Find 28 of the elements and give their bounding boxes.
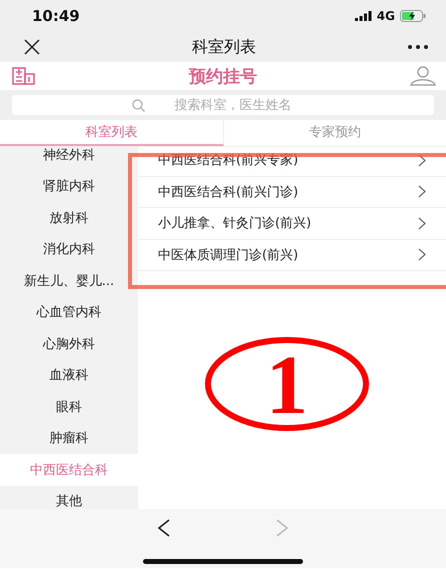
building-icon[interactable] [12, 67, 36, 85]
page-title: 科室列表 [192, 36, 256, 58]
department-item[interactable]: 放射科 [0, 202, 138, 234]
department-item[interactable]: 肾脏内科 [0, 170, 138, 202]
chevron-right-icon [418, 185, 426, 198]
department-item[interactable]: 新生儿、婴儿... [0, 265, 138, 296]
chevron-right-icon [418, 248, 426, 262]
department-item[interactable]: 其他 [0, 486, 138, 509]
more-icon[interactable] [408, 45, 428, 49]
signal-icon [354, 11, 372, 21]
header-title: 预约挂号 [189, 66, 257, 88]
annotation-number: 1 [203, 335, 371, 433]
status-time: 10:49 [32, 7, 80, 25]
search-field[interactable]: 搜索科室，医生姓名 [12, 95, 434, 115]
search-icon [132, 98, 145, 112]
network-label: 4G [376, 9, 395, 23]
department-item[interactable]: 消化内科 [0, 234, 138, 265]
back-button[interactable] [158, 519, 170, 539]
user-icon[interactable] [410, 66, 436, 86]
department-item[interactable]: 眼科 [0, 391, 138, 422]
department-item[interactable]: 血液科 [0, 360, 138, 391]
department-item[interactable]: 心血管内科 [0, 296, 138, 328]
battery-icon [400, 10, 426, 22]
department-item[interactable]: 神经外科 [0, 147, 138, 170]
department-item[interactable]: 心胸外科 [0, 328, 138, 360]
close-icon[interactable] [24, 39, 40, 55]
department-item[interactable]: 肿瘤科 [0, 422, 138, 454]
chevron-right-icon [418, 216, 426, 230]
